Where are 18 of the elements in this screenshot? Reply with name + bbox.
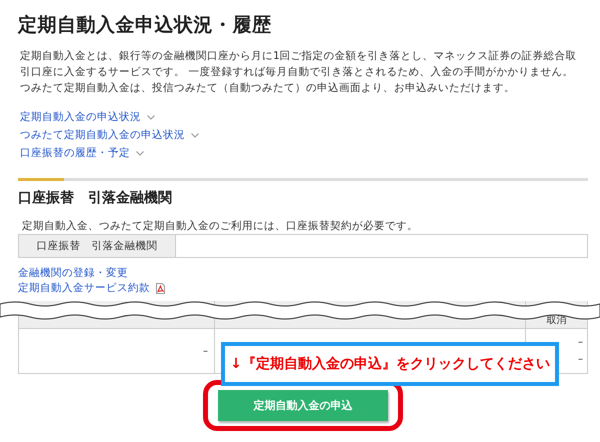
text-link[interactable]: 定期自動入金サービス約款 [18, 281, 150, 295]
table-cell: – [19, 329, 215, 373]
table-header-cell: 口座振替 引落金融機関 [19, 235, 176, 257]
instruction-callout: ↓『定期自動入金の申込』をクリックしてください [221, 342, 559, 386]
page-title: 定期自動入金申込状況・履歴 [18, 13, 272, 38]
section-link[interactable]: つみたて定期自動入金の申込状況 [20, 128, 199, 142]
section-link[interactable]: 定期自動入金の申込状況 [20, 110, 155, 124]
description-text: 定期自動入金とは、銀行等の金融機関口座から月に1回ご指定の金額を引き落とし、マネックス証券の証券総合取引口座に入金するサービスです。 一度登録すれば毎月自動で引き落とされるため、入金の手間がかかりません。つみたて定期自動入金は、投信つみたて（自動つみたて）の申込画面より、お申込みいただけます。 [20, 49, 578, 96]
section-heading: 口座振替 引落金融機関 [18, 189, 173, 207]
note-text: 定期自動入金、つみたて定期自動入金のご利用には、口座振替契約が必要です。 [22, 219, 419, 233]
table-cell: – [578, 337, 583, 348]
table-cell: – [578, 354, 583, 365]
chevron-down-icon [147, 114, 155, 120]
chevron-down-icon [136, 150, 144, 156]
text-link[interactable]: 金融機関の登録・変更 [18, 266, 128, 280]
pdf-icon[interactable] [156, 282, 165, 294]
chevron-down-icon [191, 132, 199, 138]
section-link[interactable]: 口座振替の履歴・予定 [20, 146, 144, 160]
